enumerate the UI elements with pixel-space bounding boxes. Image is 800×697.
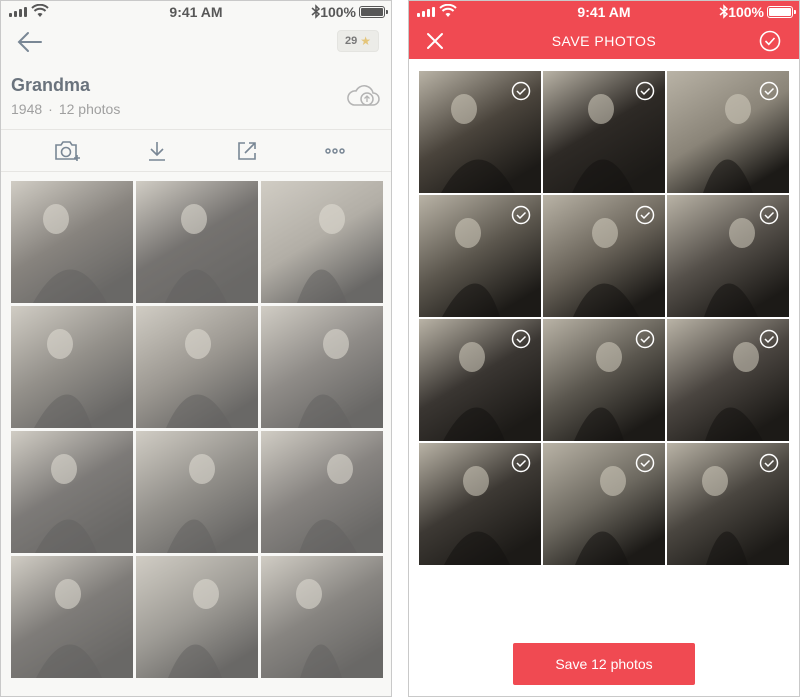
photo-tile[interactable]: [261, 306, 383, 428]
selected-check-icon[interactable]: [511, 205, 531, 225]
add-photo-button[interactable]: [51, 135, 83, 167]
status-bar: 9:41 AM 100%: [409, 1, 799, 23]
selected-check-icon[interactable]: [635, 329, 655, 349]
selectable-photo-tile[interactable]: [419, 443, 541, 565]
selected-check-icon[interactable]: [635, 453, 655, 473]
selectable-photo-tile[interactable]: [419, 319, 541, 441]
badge-count: 29: [344, 35, 358, 47]
download-icon: [149, 142, 165, 161]
share-icon: [238, 142, 256, 160]
photo-tile[interactable]: [136, 306, 258, 428]
selected-check-icon[interactable]: [759, 329, 779, 349]
selectable-photo-tile[interactable]: [543, 195, 665, 317]
divider: [1, 171, 391, 172]
selectable-photo-tile[interactable]: [543, 443, 665, 565]
photo-image: [261, 181, 383, 303]
photo-image: [136, 306, 258, 428]
status-bar: 9:41 AM 100%: [1, 1, 391, 23]
save-photos-screen: 9:41 AM 100% SAVE PHOTOS Save 12 photos: [408, 0, 800, 697]
selectable-photo-tile[interactable]: [543, 319, 665, 441]
photo-grid: [11, 181, 383, 696]
selected-check-icon[interactable]: [511, 453, 531, 473]
selected-check-icon[interactable]: [511, 81, 531, 101]
header-bar: 9:41 AM 100% SAVE PHOTOS: [409, 1, 799, 59]
selected-check-icon[interactable]: [635, 205, 655, 225]
photo-image: [11, 556, 133, 678]
action-bar: [1, 131, 391, 171]
share-button[interactable]: [231, 135, 263, 167]
photo-image: [136, 556, 258, 678]
divider: [1, 129, 391, 130]
selectable-photo-grid: [419, 71, 791, 567]
more-icon: [325, 148, 345, 154]
battery-percent: 100%: [320, 4, 356, 20]
selectable-photo-tile[interactable]: [667, 71, 789, 193]
selected-check-icon[interactable]: [759, 81, 779, 101]
photo-image: [11, 306, 133, 428]
photo-tile[interactable]: [136, 181, 258, 303]
album-year: 1948: [11, 101, 43, 117]
album-photo-count: 12 photos: [58, 101, 121, 117]
meta-separator: ·: [48, 101, 53, 117]
photo-image: [136, 181, 258, 303]
photo-tile[interactable]: [261, 431, 383, 553]
count-badge[interactable]: 29 ★: [337, 30, 379, 52]
selected-check-icon[interactable]: [759, 205, 779, 225]
battery-icon: [359, 6, 388, 18]
save-photos-button[interactable]: Save 12 photos: [513, 643, 695, 685]
album-meta: 1948 · 12 photos: [11, 101, 120, 117]
selectable-photo-tile[interactable]: [543, 71, 665, 193]
add-photo-icon: [55, 141, 80, 161]
photo-tile[interactable]: [261, 181, 383, 303]
cloud-upload-icon[interactable]: [345, 81, 381, 111]
photo-image: [11, 181, 133, 303]
selected-check-icon[interactable]: [759, 453, 779, 473]
selected-check-icon[interactable]: [635, 81, 655, 101]
photo-tile[interactable]: [11, 306, 133, 428]
photo-tile[interactable]: [136, 556, 258, 678]
screen-title: SAVE PHOTOS: [551, 33, 657, 49]
star-icon: ★: [360, 34, 371, 48]
back-arrow-icon[interactable]: [15, 29, 45, 55]
photo-tile[interactable]: [261, 556, 383, 678]
battery-icon: [767, 6, 796, 18]
selectable-photo-tile[interactable]: [667, 443, 789, 565]
selectable-photo-tile[interactable]: [667, 319, 789, 441]
selectable-photo-tile[interactable]: [419, 195, 541, 317]
battery-percent: 100%: [728, 4, 764, 20]
album-title: Grandma: [11, 75, 91, 95]
photo-image: [261, 431, 383, 553]
selectable-photo-tile[interactable]: [667, 195, 789, 317]
photo-tile[interactable]: [11, 181, 133, 303]
photo-image: [136, 431, 258, 553]
photo-tile[interactable]: [11, 431, 133, 553]
selected-check-icon[interactable]: [511, 329, 531, 349]
album-screen: 9:41 AM 100% 29 ★ Grandma 1948 · 12 phot…: [0, 0, 392, 697]
selectable-photo-tile[interactable]: [419, 71, 541, 193]
photo-image: [11, 431, 133, 553]
photo-image: [261, 556, 383, 678]
download-button[interactable]: [141, 135, 173, 167]
photo-image: [261, 306, 383, 428]
photo-tile[interactable]: [11, 556, 133, 678]
photo-tile[interactable]: [136, 431, 258, 553]
confirm-check-icon[interactable]: [759, 30, 781, 52]
more-button[interactable]: [319, 135, 351, 167]
